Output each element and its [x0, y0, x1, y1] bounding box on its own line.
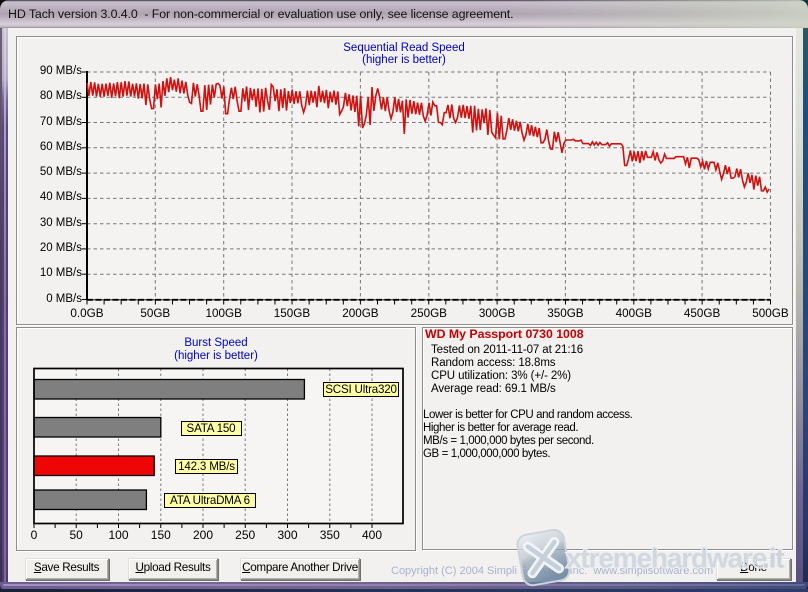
- svg-text:xtremehardware: xtremehardware: [566, 543, 767, 574]
- svg-text:.it: .it: [762, 543, 784, 574]
